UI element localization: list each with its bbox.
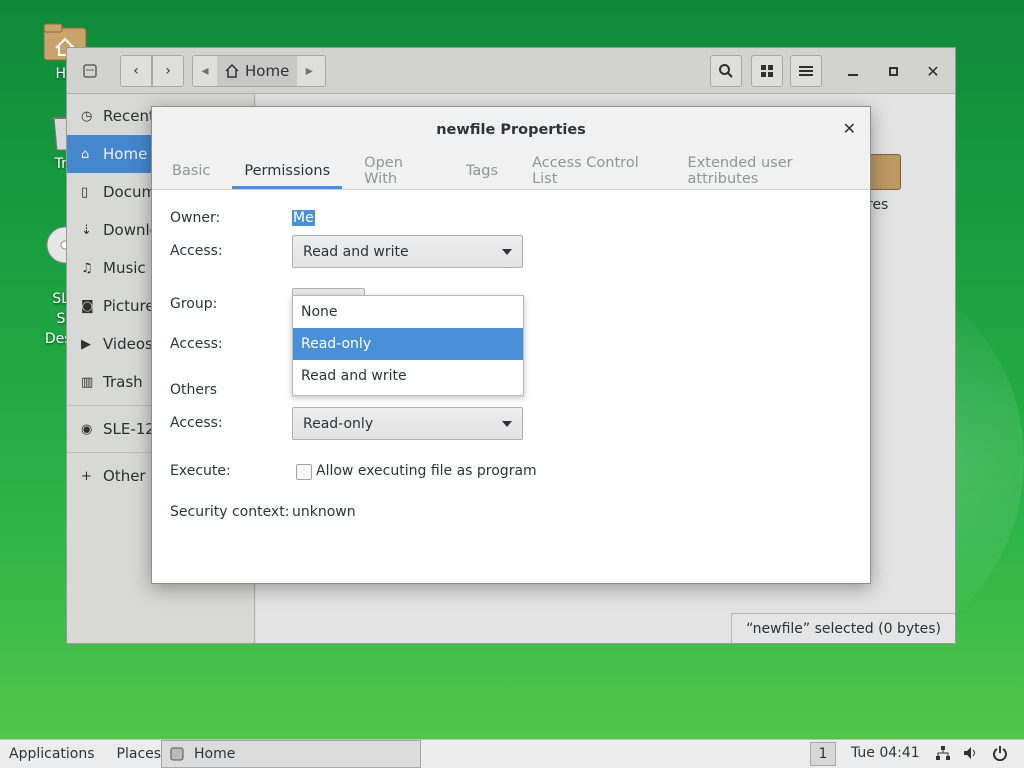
- workspace-number: 1: [818, 746, 828, 762]
- volume-icon[interactable]: [962, 745, 978, 765]
- sidebar-item-label: Music: [103, 259, 146, 277]
- sidebar-item-label: Home: [103, 145, 148, 163]
- bottom-panel: Applications Places Home 1 Tue 04:41: [0, 739, 1024, 768]
- clock-icon: ◷: [81, 108, 93, 124]
- music-icon: ♫: [81, 260, 93, 276]
- download-icon: ⇣: [81, 222, 92, 238]
- file-manager-headerbar: ‹ › ◂ Home ▸ ✕: [67, 48, 955, 94]
- search-button[interactable]: [710, 55, 742, 87]
- file-manager-icon: [170, 747, 184, 761]
- clock[interactable]: Tue 04:41: [851, 745, 920, 761]
- properties-dialog: newfile Properties ✕ Basic Permissions O…: [151, 106, 871, 584]
- sidebar-item-label: Trash: [103, 373, 143, 391]
- maximize-icon: [888, 66, 898, 76]
- others-access-label: Access:: [170, 415, 223, 431]
- home-icon: ⌂: [81, 146, 90, 162]
- dialog-tabs: Basic Permissions Open With Tags Access …: [152, 152, 870, 190]
- tab-access-control-list[interactable]: Access Control List: [520, 152, 665, 189]
- group-access-dropdown-menu: None Read-only Read and write: [292, 295, 524, 396]
- dialog-close-icon[interactable]: ✕: [843, 119, 856, 138]
- permissions-panel: Owner: Me Access: Read and write Group: …: [152, 191, 870, 583]
- hamburger-menu-icon: [799, 66, 813, 76]
- chevron-left-icon: ‹: [133, 63, 139, 79]
- security-context-value: unknown: [292, 504, 356, 520]
- search-icon: [719, 64, 733, 78]
- dropdown-arrow-icon: [502, 249, 512, 255]
- others-label: Others: [170, 382, 218, 398]
- status-bar: “newfile” selected (0 bytes): [731, 613, 955, 643]
- trash-icon: ▥: [81, 374, 94, 390]
- plus-icon: +: [81, 468, 92, 484]
- home-icon: [225, 64, 239, 78]
- sidebar-item-label: Videos: [103, 335, 153, 353]
- window-menu-icon[interactable]: [77, 55, 103, 87]
- owner-access-combo[interactable]: Read and write: [292, 235, 523, 268]
- menu-button[interactable]: [790, 55, 822, 87]
- minimize-icon: [848, 74, 858, 76]
- tab-tags[interactable]: Tags: [454, 152, 510, 189]
- combo-value: Read and write: [303, 243, 409, 260]
- sidebar-item-label: SLE-12: [103, 420, 155, 438]
- path-button-home[interactable]: Home: [217, 56, 298, 86]
- path-right-arrow-icon[interactable]: ▸: [297, 63, 321, 79]
- path-label: Home: [245, 62, 290, 80]
- grid-view-icon: [761, 65, 773, 77]
- close-button[interactable]: ✕: [919, 55, 947, 87]
- dialog-title: newfile Properties: [436, 121, 586, 138]
- others-access-combo[interactable]: Read-only: [292, 407, 523, 440]
- path-left-arrow-icon[interactable]: ◂: [193, 63, 217, 79]
- dropdown-arrow-icon: [502, 421, 512, 427]
- video-icon: ▶: [81, 336, 91, 352]
- combo-value: Read-only: [303, 415, 374, 432]
- applications-menu[interactable]: Applications: [0, 746, 104, 762]
- sidebar-item-label: Recent: [103, 107, 155, 125]
- execute-label: Execute:: [170, 463, 231, 479]
- tab-open-with[interactable]: Open With: [352, 152, 444, 189]
- close-icon: ✕: [926, 61, 940, 81]
- minimize-button[interactable]: [839, 55, 867, 87]
- path-bar: ◂ Home ▸: [192, 55, 326, 87]
- view-grid-button[interactable]: [751, 55, 783, 87]
- workspace-switcher[interactable]: 1: [810, 742, 836, 766]
- dialog-titlebar: newfile Properties ✕: [152, 107, 870, 152]
- disc-icon: ◉: [81, 421, 93, 437]
- camera-icon: ◙: [81, 298, 94, 314]
- taskbar-item-home[interactable]: Home: [161, 740, 421, 768]
- document-icon: ▯: [81, 184, 89, 200]
- tab-extended-user-attributes[interactable]: Extended user attributes: [676, 152, 860, 189]
- owner-label: Owner:: [170, 210, 221, 226]
- group-access-label: Access:: [170, 336, 223, 352]
- status-text: “newfile” selected (0 bytes): [746, 620, 941, 637]
- maximize-button[interactable]: [879, 55, 907, 87]
- security-context-label: Security context:: [170, 504, 290, 520]
- execute-checkbox-label[interactable]: Allow executing file as program: [316, 463, 537, 479]
- owner-access-label: Access:: [170, 243, 223, 259]
- menu-item-read-and-write[interactable]: Read and write: [293, 360, 523, 392]
- execute-checkbox[interactable]: [296, 464, 312, 480]
- network-icon[interactable]: [935, 745, 951, 765]
- power-icon[interactable]: [992, 745, 1008, 765]
- group-label: Group:: [170, 296, 218, 312]
- menu-item-none[interactable]: None: [293, 296, 523, 328]
- sidebar-item-label: Docum: [103, 183, 157, 201]
- forward-button[interactable]: ›: [152, 55, 184, 87]
- taskbar-item-label: Home: [194, 746, 236, 762]
- tab-permissions[interactable]: Permissions: [232, 152, 342, 189]
- owner-value[interactable]: Me: [292, 210, 315, 226]
- menu-item-read-only[interactable]: Read-only: [293, 328, 523, 360]
- tab-basic[interactable]: Basic: [160, 152, 222, 189]
- chevron-right-icon: ›: [165, 63, 171, 79]
- back-button[interactable]: ‹: [120, 55, 152, 87]
